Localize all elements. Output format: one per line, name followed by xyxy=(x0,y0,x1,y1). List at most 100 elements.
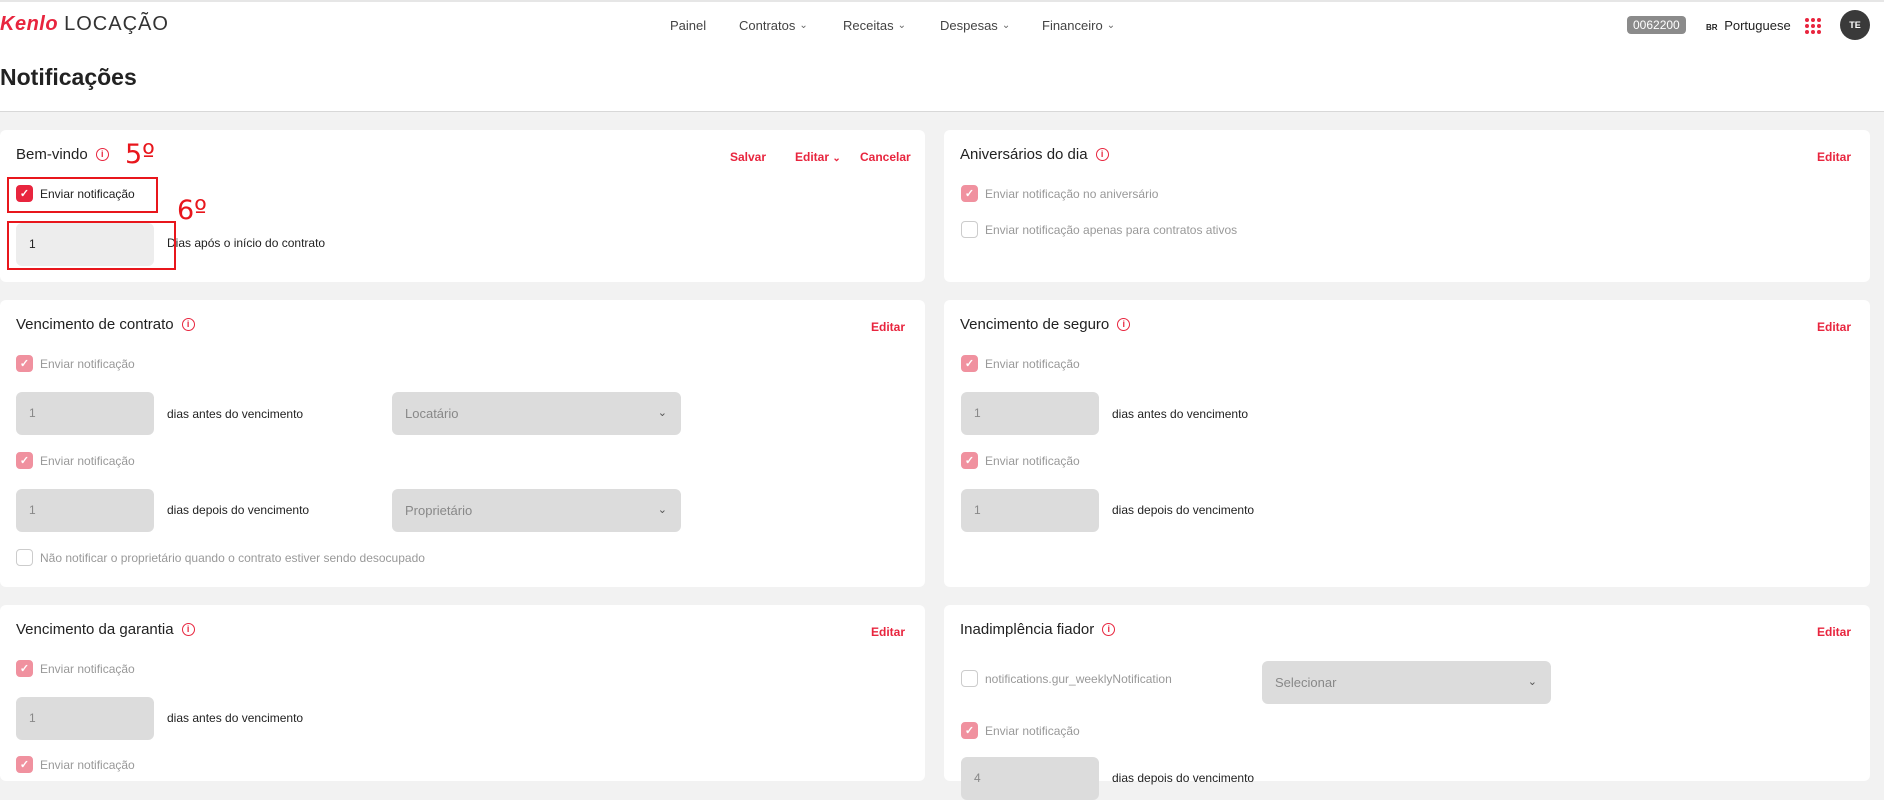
card-title: Bem-vindo i xyxy=(16,146,109,163)
logo[interactable]: Kenlo LOCAÇÃO xyxy=(0,13,169,36)
info-icon[interactable]: i xyxy=(1095,148,1109,161)
top-navbar: Kenlo LOCAÇÃO Painel Contratos ⌄ Receita… xyxy=(0,0,1884,48)
nav-label: Despesas xyxy=(940,18,998,33)
checkbox-icon[interactable] xyxy=(16,660,33,677)
chevron-down-icon: ⌄ xyxy=(657,504,667,516)
edit-button[interactable]: Editar xyxy=(1817,320,1851,334)
checkbox-label: Enviar notificação xyxy=(985,453,1080,468)
days-after-label: dias depois do vencimento xyxy=(1112,771,1255,785)
days-label: Dias após o início do contrato xyxy=(167,236,326,250)
checkbox-label: Enviar notificação xyxy=(40,356,135,371)
card-insurance-expiry: Vencimento de seguro i Editar Enviar not… xyxy=(944,300,1870,587)
checkbox-icon[interactable] xyxy=(16,355,33,372)
checkbox-icon[interactable] xyxy=(961,670,978,687)
checkbox-icon[interactable] xyxy=(16,756,33,773)
weekly-select[interactable]: Selecionar ⌄ xyxy=(1262,661,1551,704)
recipient-select-tenant[interactable]: Locatário ⌄ xyxy=(392,392,681,435)
info-icon[interactable]: i xyxy=(95,148,109,161)
save-button[interactable]: Salvar xyxy=(730,150,766,164)
logo-brand: Kenlo xyxy=(0,13,59,35)
checkbox-label: notifications.gur_weeklyNotification xyxy=(985,671,1172,686)
notify-after-checkbox[interactable]: Enviar notificação xyxy=(961,452,1080,469)
logo-product: LOCAÇÃO xyxy=(64,13,169,35)
edit-button[interactable]: Editar xyxy=(1817,625,1851,639)
checkbox-label: Enviar notificação no aniversário xyxy=(985,186,1159,201)
checkbox-label: Enviar notificação xyxy=(40,661,135,676)
info-icon[interactable]: i xyxy=(1117,318,1131,331)
annotation-step6: 6º xyxy=(177,195,207,226)
days-before-input[interactable]: 1 xyxy=(16,697,154,740)
days-after-input[interactable]: 4 xyxy=(961,757,1099,800)
flag-icon: BR xyxy=(1706,23,1718,32)
days-after-input[interactable]: 1 xyxy=(16,489,154,532)
notify-before-checkbox[interactable]: Enviar notificação xyxy=(16,355,135,372)
language-selector[interactable]: BR Portuguese xyxy=(1706,18,1791,33)
checkbox-icon[interactable] xyxy=(961,355,978,372)
nav-receitas[interactable]: Receitas ⌄ xyxy=(843,18,906,33)
active-contracts-checkbox[interactable]: Enviar notificação apenas para contratos… xyxy=(961,221,1237,238)
weekly-notification-checkbox[interactable]: notifications.gur_weeklyNotification xyxy=(961,670,1172,687)
select-value: Selecionar xyxy=(1275,675,1337,690)
checkbox-label: Enviar notificação xyxy=(40,453,135,468)
days-before-input[interactable]: 1 xyxy=(16,392,154,435)
card-title: Aniversários do dia i xyxy=(960,146,1109,163)
select-value: Locatário xyxy=(405,406,459,421)
days-after-label: dias depois do vencimento xyxy=(1112,503,1255,517)
notify-after-checkbox[interactable]: Enviar notificação xyxy=(16,452,135,469)
info-icon[interactable]: i xyxy=(181,318,195,331)
nav-label: Painel xyxy=(670,18,707,33)
edit-button[interactable]: Editar xyxy=(1817,150,1851,164)
nav-contratos[interactable]: Contratos ⌄ xyxy=(739,18,808,33)
recipient-select-owner[interactable]: Proprietário ⌄ xyxy=(392,489,681,532)
cancel-button[interactable]: Cancelar xyxy=(860,150,911,164)
chevron-down-icon: ⌄ xyxy=(1106,20,1116,31)
nav-label: Receitas xyxy=(843,18,894,33)
card-title: Vencimento de seguro i xyxy=(960,316,1131,333)
nav-painel[interactable]: Painel xyxy=(670,18,706,33)
notify-after-checkbox[interactable]: Enviar notificação xyxy=(961,722,1080,739)
vacate-checkbox[interactable]: Não notificar o proprietário quando o co… xyxy=(16,549,425,566)
edit-button[interactable]: Editar xyxy=(871,320,905,334)
nav-despesas[interactable]: Despesas ⌄ xyxy=(940,18,1010,33)
notify-before-checkbox[interactable]: Enviar notificação xyxy=(961,355,1080,372)
card-guarantor-default: Inadimplência fiador i Editar notificati… xyxy=(944,605,1870,800)
checkbox-label: Não notificar o proprietário quando o co… xyxy=(40,550,425,565)
card-contract-expiry: Vencimento de contrato i Editar Enviar n… xyxy=(0,300,925,587)
birthday-notification-checkbox[interactable]: Enviar notificação no aniversário xyxy=(961,185,1158,202)
days-before-label: dias antes do vencimento xyxy=(1112,407,1249,421)
chevron-down-icon: ⌄ xyxy=(657,407,667,419)
apps-grid-icon[interactable] xyxy=(1805,18,1821,34)
edit-button[interactable]: Editar xyxy=(871,625,905,639)
checkbox-icon[interactable] xyxy=(16,452,33,469)
language-label: Portuguese xyxy=(1724,18,1791,33)
checkbox-icon[interactable] xyxy=(16,549,33,566)
avatar[interactable]: TE xyxy=(1840,10,1870,40)
days-before-input[interactable]: 1 xyxy=(961,392,1099,435)
card-title: Vencimento da garantia i xyxy=(16,621,195,638)
page-title: Notificações xyxy=(0,64,137,90)
highlight-box-step6 xyxy=(7,221,176,270)
card-title-text: Inadimplência fiador xyxy=(960,621,1095,638)
days-before-label: dias antes do vencimento xyxy=(167,711,304,725)
card-title: Inadimplência fiador i xyxy=(960,621,1116,638)
select-value: Proprietário xyxy=(405,503,473,518)
checkbox-icon[interactable] xyxy=(961,452,978,469)
checkbox-icon[interactable] xyxy=(961,221,978,238)
checkbox-label: Enviar notificação xyxy=(985,723,1080,738)
annotation-step5: 5º xyxy=(125,139,155,170)
card-guarantee-expiry: Vencimento da garantia i Editar Enviar n… xyxy=(0,605,925,781)
chevron-down-icon: ⌄ xyxy=(1001,20,1011,31)
checkbox-icon[interactable] xyxy=(961,185,978,202)
days-after-input[interactable]: 1 xyxy=(961,489,1099,532)
checkbox-label: Enviar notificação xyxy=(985,356,1080,371)
chevron-down-icon: ⌄ xyxy=(1527,676,1537,688)
edit-dropdown-button[interactable]: Editar ⌄ xyxy=(795,150,841,164)
checkbox-icon[interactable] xyxy=(961,722,978,739)
notify-after-checkbox[interactable]: Enviar notificação xyxy=(16,756,135,773)
nav-financeiro[interactable]: Financeiro ⌄ xyxy=(1042,18,1115,33)
info-icon[interactable]: i xyxy=(181,623,195,636)
info-icon[interactable]: i xyxy=(1102,623,1116,636)
card-title-text: Vencimento de seguro xyxy=(960,316,1110,333)
notify-before-checkbox[interactable]: Enviar notificação xyxy=(16,660,135,677)
checkbox-label: Enviar notificação xyxy=(40,757,135,772)
